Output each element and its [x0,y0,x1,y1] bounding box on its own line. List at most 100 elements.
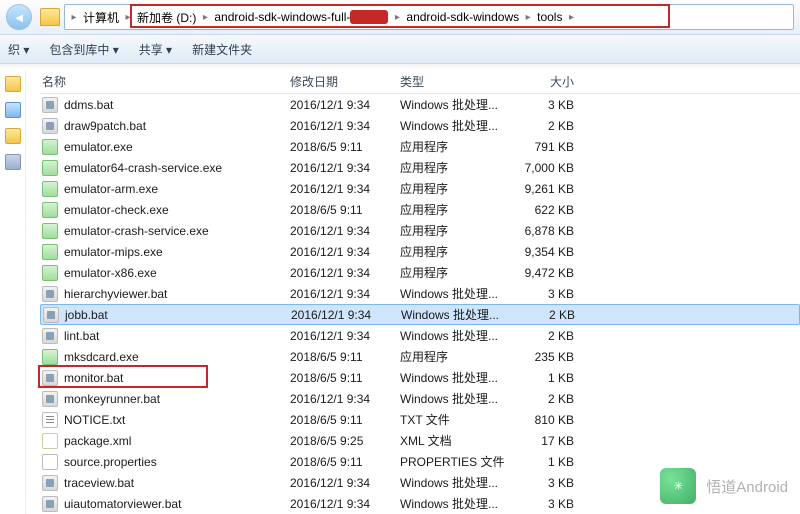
newfolder-button[interactable]: 新建文件夹 [192,41,252,58]
file-name: jobb.bat [65,308,108,322]
file-row[interactable]: monitor.bat2018/6/5 9:11Windows 批处理...1 … [40,367,800,388]
breadcrumb-item[interactable]: 计算机 [79,9,123,26]
file-type: 应用程序 [400,180,520,197]
bc-arrow-icon[interactable]: ▸ [200,12,210,23]
file-row[interactable]: monkeyrunner.bat2016/12/1 9:34Windows 批处… [40,388,800,409]
file-type: PROPERTIES 文件 [400,453,520,470]
sidebar-icon[interactable] [5,128,21,144]
bat-icon [42,97,58,113]
address-bar-row: ◄ ▸计算机▸新加卷 (D:)▸android-sdk-windows-full… [0,0,800,34]
newfolder-label: 新建文件夹 [192,41,252,58]
file-size: 17 KB [520,434,590,448]
file-row[interactable]: jobb.bat2016/12/1 9:34Windows 批处理...2 KB [40,304,800,325]
file-row[interactable]: emulator-x86.exe2016/12/1 9:34应用程序9,472 … [40,262,800,283]
file-date: 2016/12/1 9:34 [290,329,400,343]
watermark: ✳ 悟道Android [660,468,788,504]
file-name: emulator-check.exe [64,203,169,217]
organize-label: 织 ▾ [8,41,29,58]
file-row[interactable]: emulator-arm.exe2016/12/1 9:34应用程序9,261 … [40,178,800,199]
file-date: 2018/6/5 9:11 [290,140,400,154]
file-type: 应用程序 [400,159,520,176]
file-type: 应用程序 [400,222,520,239]
file-type: Windows 批处理... [400,474,520,491]
bc-arrow-icon[interactable]: ▸ [566,12,576,23]
file-type: Windows 批处理... [400,285,520,302]
file-row[interactable]: emulator-check.exe2018/6/5 9:11应用程序622 K… [40,199,800,220]
file-row[interactable]: ddms.bat2016/12/1 9:34Windows 批处理...3 KB [40,94,800,115]
file-row[interactable]: emulator.exe2018/6/5 9:11应用程序791 KB [40,136,800,157]
col-name[interactable]: 名称 [40,73,290,90]
file-date: 2018/6/5 9:11 [290,413,400,427]
file-date: 2016/12/1 9:34 [290,392,400,406]
bat-icon [42,391,58,407]
exe-icon [42,265,58,281]
file-size: 235 KB [520,350,590,364]
exe-icon [42,202,58,218]
file-type: Windows 批处理... [400,369,520,386]
folder-icon [40,8,60,26]
bat-icon [42,370,58,386]
file-date: 2016/12/1 9:34 [291,308,401,322]
organize-button[interactable]: 织 ▾ [8,41,29,58]
file-type: Windows 批处理... [400,495,520,512]
share-label: 共享 ▾ [139,41,172,58]
file-name: traceview.bat [64,476,134,490]
file-name: hierarchyviewer.bat [64,287,167,301]
include-button[interactable]: 包含到库中 ▾ [49,41,118,58]
breadcrumb-item[interactable]: android-sdk-windows-full- [210,10,392,24]
file-row[interactable]: lint.bat2016/12/1 9:34Windows 批处理...2 KB [40,325,800,346]
file-row[interactable]: emulator-mips.exe2016/12/1 9:34应用程序9,354… [40,241,800,262]
explorer-window: ◄ ▸计算机▸新加卷 (D:)▸android-sdk-windows-full… [0,0,800,514]
file-type: Windows 批处理... [400,96,520,113]
file-date: 2016/12/1 9:34 [290,182,400,196]
file-size: 2 KB [520,119,590,133]
breadcrumb-item[interactable]: android-sdk-windows [402,10,523,24]
col-size[interactable]: 大小 [520,73,590,90]
back-icon: ◄ [13,10,26,25]
file-name: source.properties [64,455,157,469]
bc-arrow-icon[interactable]: ▸ [123,12,133,23]
file-name: draw9patch.bat [64,119,146,133]
file-row[interactable]: mksdcard.exe2018/6/5 9:11应用程序235 KB [40,346,800,367]
file-type: Windows 批处理... [400,327,520,344]
bat-icon [42,118,58,134]
file-row[interactable]: emulator-crash-service.exe2016/12/1 9:34… [40,220,800,241]
file-row[interactable]: package.xml2018/6/5 9:25XML 文档17 KB [40,430,800,451]
file-date: 2016/12/1 9:34 [290,98,400,112]
txt-icon [42,412,58,428]
file-name: lint.bat [64,329,99,343]
file-size: 7,000 KB [520,161,590,175]
bc-arrow-icon[interactable]: ▸ [523,12,533,23]
bat-icon [42,496,58,512]
breadcrumb-item[interactable]: tools [533,10,566,24]
back-button[interactable]: ◄ [6,4,32,30]
file-date: 2016/12/1 9:34 [290,287,400,301]
file-row[interactable]: draw9patch.bat2016/12/1 9:34Windows 批处理.… [40,115,800,136]
file-row[interactable]: hierarchyviewer.bat 2016/12/1 9:34Windows… [40,283,800,304]
breadcrumb[interactable]: ▸计算机▸新加卷 (D:)▸android-sdk-windows-full-▸… [64,4,794,30]
sidebar-icon[interactable] [5,102,21,118]
file-name: emulator-mips.exe [64,245,163,259]
file-size: 2 KB [521,308,591,322]
file-name: package.xml [64,434,131,448]
redacted-segment [350,10,388,24]
sidebar-icon[interactable] [5,76,21,92]
file-row[interactable]: emulator64-crash-service.exe2016/12/1 9:… [40,157,800,178]
bat-icon [42,328,58,344]
bc-arrow-icon[interactable]: ▸ [69,12,79,23]
file-date: 2016/12/1 9:34 [290,245,400,259]
sidebar-icon[interactable] [5,154,21,170]
main-pane: 名称 修改日期 类型 大小 ddms.bat2016/12/1 9:34Wind… [26,70,800,514]
file-row[interactable]: NOTICE.txt2018/6/5 9:11TXT 文件810 KB [40,409,800,430]
breadcrumb-item[interactable]: 新加卷 (D:) [133,9,200,26]
bat-icon [42,286,58,302]
col-date[interactable]: 修改日期 [290,73,400,90]
bc-arrow-icon[interactable]: ▸ [392,12,402,23]
file-size: 9,261 KB [520,182,590,196]
exe-icon [42,244,58,260]
exe-icon [42,139,58,155]
share-button[interactable]: 共享 ▾ [139,41,172,58]
file-type: 应用程序 [400,264,520,281]
file-size: 3 KB [520,476,590,490]
col-type[interactable]: 类型 [400,73,520,90]
